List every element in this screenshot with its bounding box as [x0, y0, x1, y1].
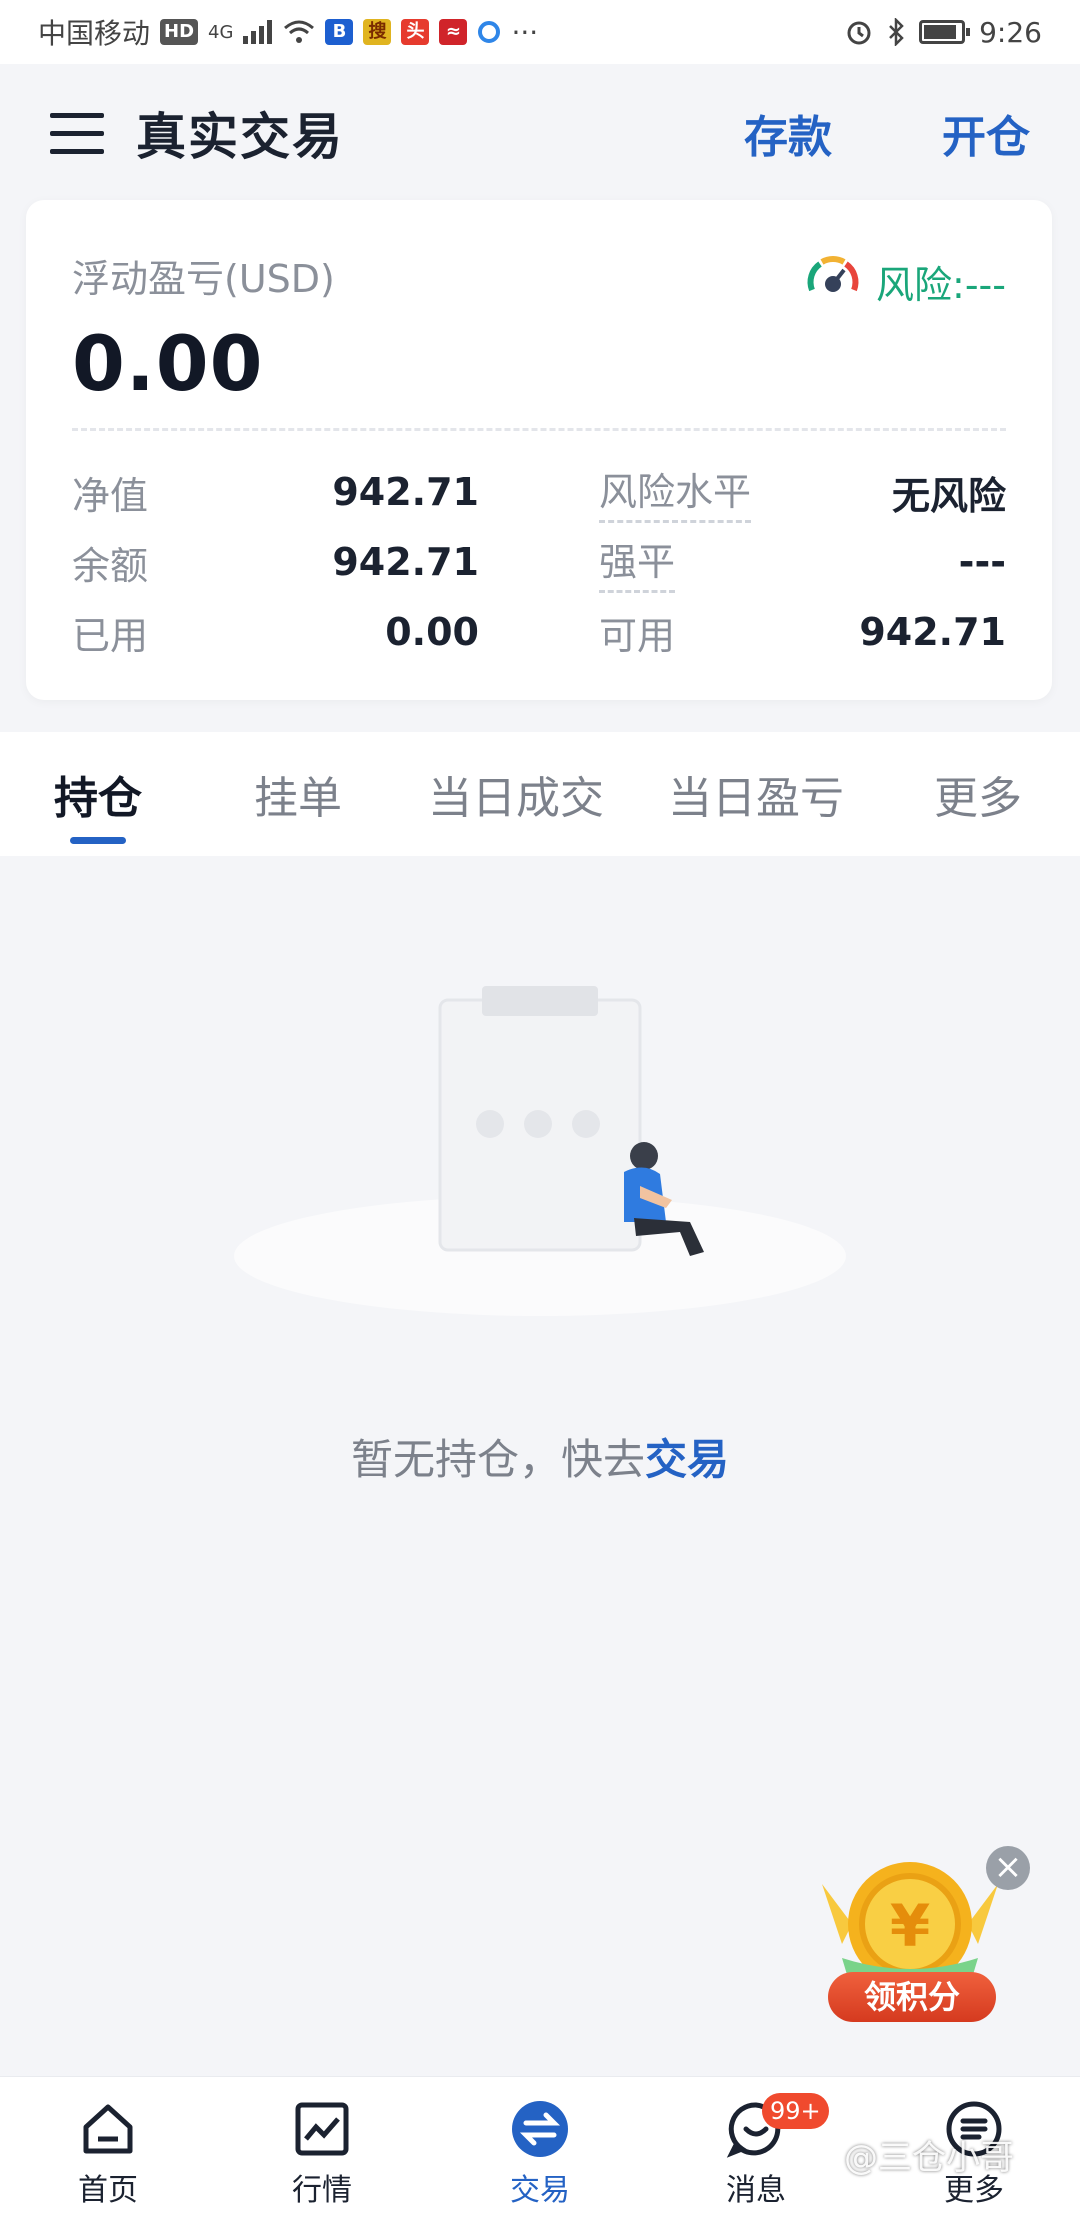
network-type: 4G	[208, 21, 234, 43]
empty-state-message: 暂无持仓，快去交易	[0, 1426, 1080, 1487]
stat-risk-level: 风险水平 无风险	[599, 457, 1006, 527]
tab-today-trades[interactable]: 当日成交	[428, 732, 604, 856]
stat-value: 无风险	[891, 473, 1006, 518]
risk-level-label[interactable]: 风险水平	[599, 461, 752, 523]
tab-label: 当日成交	[428, 773, 604, 824]
nav-home[interactable]: 首页	[38, 2077, 178, 2220]
app-red-icon: ≈	[439, 19, 468, 45]
tab-pending-orders[interactable]: 挂单	[254, 732, 342, 856]
stat-value: ---	[958, 540, 1006, 584]
account-stats: 净值 942.71 余额 942.71 已用 0.00 风险水平 无风险 强平 …	[72, 457, 1006, 667]
close-reward-icon[interactable]: ×	[986, 1846, 1030, 1890]
wifi-icon	[284, 20, 315, 43]
nav-messages[interactable]: 消息 99+	[686, 2077, 829, 2220]
go-trade-link[interactable]: 交易	[645, 1435, 729, 1484]
home-icon	[83, 2104, 133, 2154]
svg-text:¥: ¥	[890, 1892, 930, 1960]
stat-balance: 余额 942.71	[72, 527, 479, 597]
stat-label: 余额	[72, 543, 149, 588]
alarm-icon	[847, 21, 871, 45]
tab-more[interactable]: 更多	[934, 732, 1022, 856]
risk-gauge-icon	[807, 256, 859, 292]
status-right: 9:26	[845, 16, 1042, 49]
pnl-label: 浮动盈亏(USD)	[72, 257, 335, 301]
stats-left-column: 净值 942.71 余额 942.71 已用 0.00	[72, 457, 479, 667]
menu-icon[interactable]	[50, 111, 104, 155]
nav-market[interactable]: 行情	[252, 2077, 392, 2220]
clock: 9:26	[979, 15, 1042, 49]
stat-net-value: 净值 942.71	[72, 457, 479, 527]
signal-icon	[243, 20, 273, 44]
stat-value: 0.00	[385, 610, 479, 654]
stat-used: 已用 0.00	[72, 597, 479, 667]
unread-badge: 99+	[762, 2093, 829, 2129]
stat-value: 942.71	[332, 470, 479, 514]
bluetooth-icon	[889, 18, 904, 46]
tab-label: 持仓	[54, 773, 142, 824]
nav-label: 行情	[292, 2173, 352, 2208]
empty-positions-illustration	[234, 986, 846, 1316]
status-bar: 中国移动 HD 4G B 搜 头 ≈ ··· 9:26	[0, 0, 1080, 64]
nav-trade[interactable]: 交易	[470, 2077, 610, 2220]
open-position-button[interactable]: 开仓	[942, 101, 1030, 165]
tab-label: 当日盈亏	[668, 773, 844, 824]
stat-label: 净值	[72, 473, 149, 518]
stat-label: 可用	[599, 613, 676, 658]
stat-liquidation: 强平 ---	[599, 527, 1006, 597]
reward-label: 领积分	[828, 1972, 996, 2022]
stat-value: 942.71	[332, 540, 479, 584]
nav-label: 消息	[726, 2173, 786, 2208]
header-actions: 存款 开仓	[744, 101, 1030, 165]
empty-text: 暂无持仓，快去	[350, 1435, 645, 1484]
tab-today-pnl[interactable]: 当日盈亏	[668, 732, 844, 856]
pnl-value: 0.00	[72, 319, 264, 408]
more-notifications: ···	[511, 15, 539, 49]
app-header: 真实交易 存款 开仓	[0, 64, 1080, 202]
carrier-name: 中国移动	[38, 17, 151, 50]
exchange-icon	[512, 2101, 568, 2157]
hd-icon: HD	[160, 19, 199, 45]
page-title: 真实交易	[136, 108, 344, 166]
nav-label: 首页	[78, 2173, 138, 2208]
risk-indicator[interactable]: 风险:---	[804, 252, 1006, 310]
chart-icon	[295, 2102, 349, 2156]
risk-text: 风险:---	[876, 262, 1006, 307]
liquidation-label[interactable]: 强平	[599, 531, 676, 593]
stat-label: 已用	[72, 613, 149, 658]
position-tabs: 持仓 挂单 当日成交 当日盈亏 更多	[0, 732, 1080, 856]
nav-label: 交易	[510, 2173, 570, 2208]
app-b-icon: B	[325, 19, 354, 45]
pnl-section: 浮动盈亏(USD) 0.00 风险:---	[72, 248, 1006, 408]
tab-label: 挂单	[254, 773, 342, 824]
account-card: 浮动盈亏(USD) 0.00 风险:--- 净值 942.71 余额 942.7…	[26, 200, 1052, 700]
tab-label: 更多	[934, 773, 1022, 824]
browser-icon	[478, 21, 501, 43]
card-divider	[72, 428, 1006, 431]
deposit-button[interactable]: 存款	[744, 101, 832, 165]
battery-icon	[919, 20, 971, 44]
status-left: 中国移动 HD 4G B 搜 头 ≈ ···	[38, 12, 538, 52]
stat-value: 942.71	[859, 610, 1006, 654]
tab-positions[interactable]: 持仓	[54, 732, 142, 856]
reward-points-widget[interactable]: ¥ 领积分	[812, 1854, 1008, 2030]
app-sogou-icon: 搜	[363, 19, 392, 45]
stat-available: 可用 942.71	[599, 597, 1006, 667]
stats-right-column: 风险水平 无风险 强平 --- 可用 942.71	[599, 457, 1006, 667]
watermark: @三仓小哥	[844, 2138, 1014, 2178]
app-toutiao-icon: 头	[401, 19, 430, 45]
active-tab-indicator	[70, 837, 126, 844]
